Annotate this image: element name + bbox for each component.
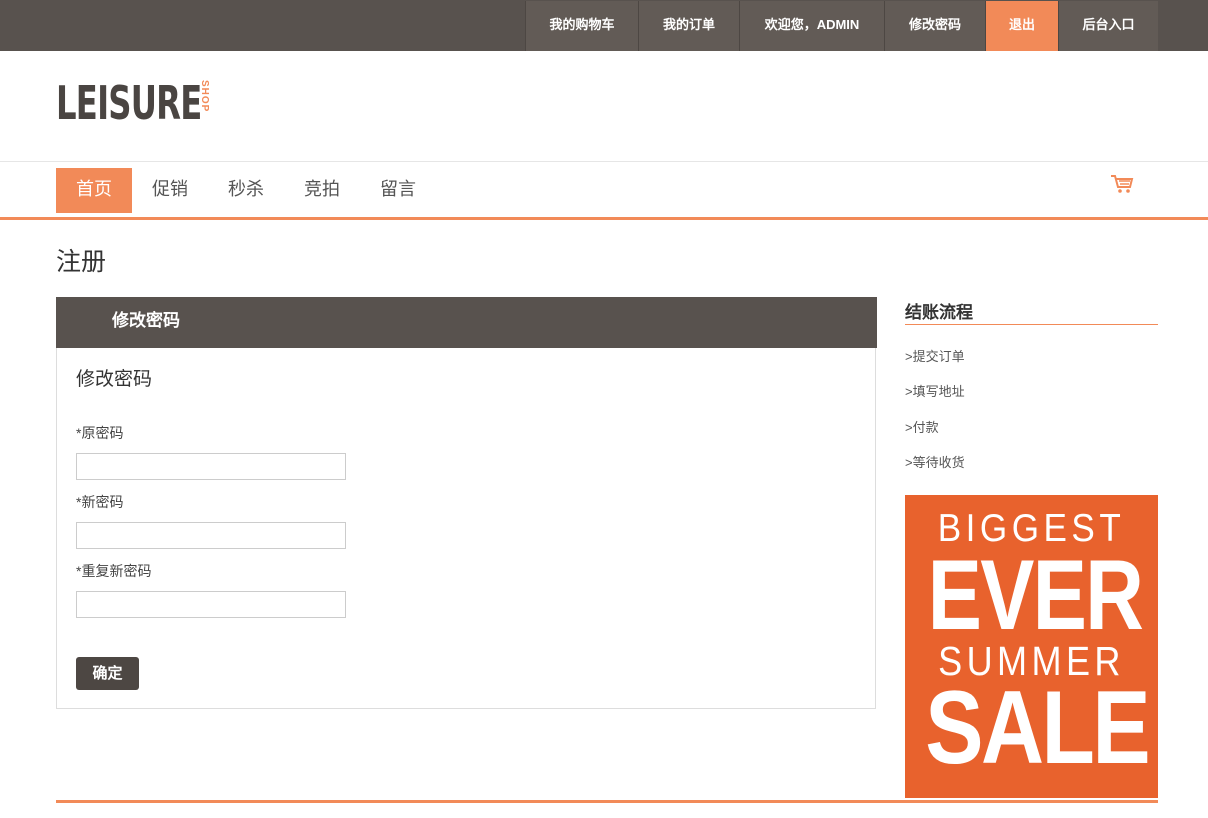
repeat-password-input[interactable] xyxy=(76,591,346,618)
nav-home[interactable]: 首页 xyxy=(56,168,132,213)
nav-message[interactable]: 留言 xyxy=(360,168,436,213)
nav-promotion[interactable]: 促销 xyxy=(132,168,208,213)
new-password-input[interactable] xyxy=(76,522,346,549)
new-password-label: *新密码 xyxy=(76,494,124,510)
panel-header-title: 修改密码 xyxy=(112,311,180,330)
welcome-user-link[interactable]: 欢迎您，ADMIN xyxy=(739,1,884,51)
repeat-password-label: *重复新密码 xyxy=(76,563,152,579)
summer-sale-banner[interactable]: BIGGEST EVER SUMMER SALE xyxy=(905,495,1158,798)
banner-line-2: EVER xyxy=(927,539,1144,650)
sidebar-item-fill-address[interactable]: >填写地址 xyxy=(905,381,965,400)
old-password-input[interactable] xyxy=(76,453,346,480)
top-bar: 我的购物车 我的订单 欢迎您，ADMIN 修改密码 退出 后台入口 xyxy=(0,0,1208,51)
logo-text: LEISURE xyxy=(56,76,202,130)
my-cart-link[interactable]: 我的购物车 xyxy=(525,1,638,51)
logo-subtext: SHOP xyxy=(199,80,210,113)
main-nav: 首页 促销 秒杀 竞拍 留言 xyxy=(56,168,436,213)
change-password-panel xyxy=(56,297,876,709)
shopping-cart-icon[interactable] xyxy=(1110,174,1134,194)
sidebar-item-await-delivery[interactable]: >等待收货 xyxy=(905,452,965,471)
change-password-link[interactable]: 修改密码 xyxy=(884,1,985,51)
nav-underline xyxy=(0,217,1208,220)
checkout-process-title: 结账流程 xyxy=(905,303,973,322)
top-nav: 我的购物车 我的订单 欢迎您，ADMIN 修改密码 退出 后台入口 xyxy=(525,1,1158,51)
nav-flash-sale[interactable]: 秒杀 xyxy=(208,168,284,213)
form-title: 修改密码 xyxy=(76,369,153,390)
logout-link[interactable]: 退出 xyxy=(985,1,1058,51)
header-divider xyxy=(0,161,1208,162)
nav-auction[interactable]: 竞拍 xyxy=(284,168,360,213)
banner-line-4: SALE xyxy=(925,670,1150,786)
sidebar-divider xyxy=(905,324,1158,325)
sidebar-item-payment[interactable]: >付款 xyxy=(905,417,939,436)
page-title: 注册 xyxy=(56,248,107,276)
site-logo[interactable]: LEISURE SHOP xyxy=(56,78,243,128)
old-password-label: *原密码 xyxy=(76,425,124,441)
panel-header: 修改密码 xyxy=(56,297,877,348)
confirm-button[interactable]: 确定 xyxy=(76,657,139,690)
sidebar-item-submit-order[interactable]: >提交订单 xyxy=(905,346,965,365)
footer-line xyxy=(56,800,1158,803)
my-orders-link[interactable]: 我的订单 xyxy=(638,1,739,51)
admin-entry-link[interactable]: 后台入口 xyxy=(1058,1,1158,51)
